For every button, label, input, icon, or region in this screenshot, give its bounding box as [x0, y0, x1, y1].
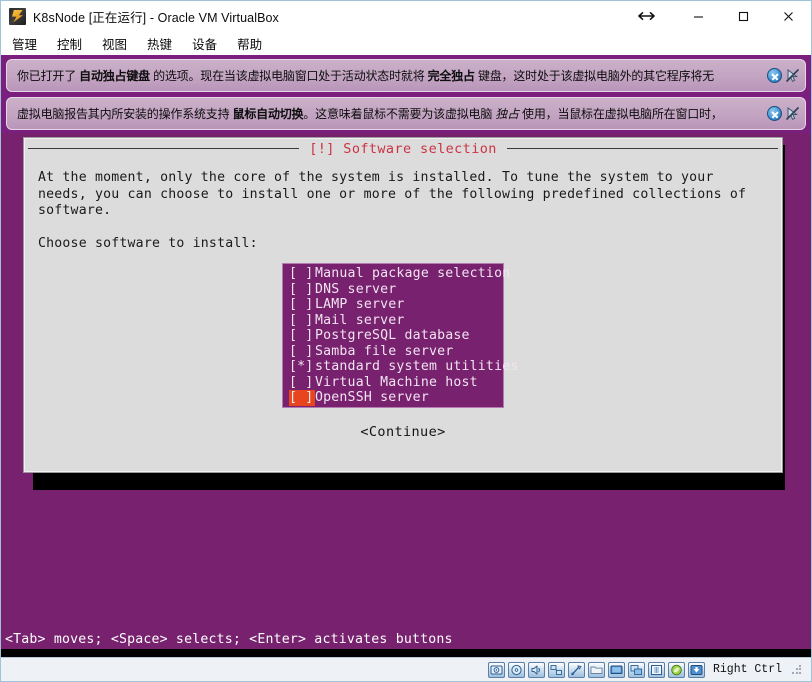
checkbox-manual-package-selection[interactable]: [ ] — [289, 266, 315, 282]
notification-keyboard-capture-text: 你已打开了 自动独占键盘 的选项。现在当该虚拟电脑窗口处于活动状态时就将 完全独… — [17, 67, 765, 84]
checkbox-lamp-server[interactable]: [ ] — [289, 297, 315, 313]
virtualbox-icon — [9, 7, 26, 25]
recording-icon[interactable] — [647, 661, 665, 678]
software-option-list[interactable]: [ ] Manual package selection [ ] DNS ser… — [282, 263, 518, 408]
cursor-disabled-icon[interactable] — [785, 106, 801, 122]
list-item-selected[interactable]: [ ] OpenSSH server — [283, 390, 503, 406]
list-item-label: LAMP server — [315, 297, 405, 312]
resize-grip[interactable] — [791, 663, 803, 676]
software-selection-dialog: [!] Software selection At the moment, on… — [23, 137, 783, 473]
header-rule-right — [493, 148, 778, 149]
notification-mouse-integration-icons — [765, 106, 801, 122]
notification-mouse-integration-text: 虚拟电脑报告其内所安装的操作系统支持 鼠标自动切换。这意味着鼠标不需要为该虚拟电… — [17, 105, 765, 122]
menu-item-help[interactable]: 帮助 — [234, 32, 271, 55]
list-item-label: OpenSSH server — [315, 390, 429, 405]
menubar: 管理 控制 视图 热键 设备 帮助 — [1, 31, 811, 55]
list-item-label: Virtual Machine host — [315, 374, 478, 390]
checkbox-samba-file-server[interactable]: [ ] — [289, 344, 315, 360]
menu-item-devices[interactable]: 设备 — [189, 32, 226, 55]
notification-keyboard-capture-icons — [765, 68, 801, 84]
close-circle-icon[interactable] — [767, 68, 782, 83]
remote-display-icon[interactable] — [627, 661, 645, 678]
close-circle-icon[interactable] — [767, 106, 782, 121]
notif1-part4: 键盘，这时处于该虚拟电脑外的其它程序将无 — [474, 69, 714, 83]
list-item-label: Mail server — [315, 312, 405, 328]
notif2-part2: 。这意味着鼠标不需要为该虚拟电脑 — [303, 107, 496, 121]
virtualbox-window: K8sNode [正在运行] - Oracle VM VirtualBox 管理… — [0, 0, 812, 682]
titlebar: K8sNode [正在运行] - Oracle VM VirtualBox — [1, 1, 811, 31]
continue-button-row: <Continue> — [24, 421, 782, 440]
checkbox-postgresql-database[interactable]: [ ] — [289, 328, 315, 344]
dialog-title: [!] Software selection — [299, 141, 507, 157]
dialog-header: [!] Software selection — [24, 138, 782, 160]
notif2-part3: 独占 — [495, 107, 519, 121]
list-item-label: DNS server — [315, 281, 397, 297]
host-key-icon[interactable] — [687, 661, 705, 678]
notif1-part1: 自动独占键盘 — [79, 69, 150, 83]
list-item[interactable]: [*] standard system utilities — [283, 359, 518, 375]
notification-zone: 你已打开了 自动独占键盘 的选项。现在当该虚拟电脑窗口处于活动状态时就将 完全独… — [1, 55, 811, 133]
checkbox-dns-server[interactable]: [ ] — [289, 282, 315, 298]
guest-bottom-strip — [1, 649, 811, 657]
list-item-label: Manual package selection — [315, 266, 511, 281]
menu-item-manage[interactable]: 管理 — [9, 32, 46, 55]
guest-screen: [!] Software selection At the moment, on… — [1, 133, 811, 657]
notif1-part0: 你已打开了 — [17, 69, 80, 83]
list-item[interactable]: [ ] Mail server — [283, 313, 503, 329]
list-item[interactable]: [ ] DNS server — [283, 282, 503, 298]
hard-disk-icon[interactable] — [487, 661, 505, 678]
menu-item-hotkey[interactable]: 热键 — [144, 32, 181, 55]
resize-indicator-icon — [616, 2, 676, 31]
list-item-label: standard system utilities — [315, 359, 519, 374]
optical-disk-icon[interactable] — [507, 661, 525, 678]
cursor-disabled-icon[interactable] — [785, 68, 801, 84]
checkbox-openssh-server-text: [ ] — [289, 390, 314, 405]
menu-item-control[interactable]: 控制 — [54, 32, 91, 55]
close-button[interactable] — [766, 2, 811, 31]
checkbox-standard-system-utilities[interactable]: [*] — [289, 359, 315, 375]
menu-item-view[interactable]: 视图 — [99, 32, 136, 55]
usb-icon[interactable] — [567, 661, 585, 678]
continue-button[interactable]: <Continue> — [360, 424, 445, 440]
dialog-prompt: Choose software to install: — [38, 235, 258, 251]
statusbar: Right Ctrl — [1, 657, 811, 681]
dialog-body: At the moment, only the core of the syst… — [24, 160, 782, 252]
shared-folder-icon[interactable] — [587, 661, 605, 678]
list-item[interactable]: [ ] Samba file server — [283, 344, 503, 360]
network-icon[interactable] — [547, 661, 565, 678]
host-key-label: Right Ctrl — [712, 663, 782, 676]
window-title: K8sNode [正在运行] - Oracle VM VirtualBox — [33, 10, 279, 25]
notif2-part0: 虚拟电脑报告其内所安装的操作系统支持 — [17, 107, 233, 121]
list-item-label: PostgreSQL database — [315, 328, 470, 343]
notification-mouse-integration: 虚拟电脑报告其内所安装的操作系统支持 鼠标自动切换。这意味着鼠标不需要为该虚拟电… — [6, 97, 806, 130]
notif2-part4: 使用，当鼠标在虚拟电脑所在窗口时， — [518, 107, 723, 121]
display-icon[interactable] — [607, 661, 625, 678]
checkbox-mail-server[interactable]: [ ] — [289, 313, 315, 329]
dialog-paragraph: At the moment, only the core of the syst… — [38, 170, 747, 218]
guest-additions-icon[interactable] — [667, 661, 685, 678]
keyboard-hint-bar: <Tab> moves; <Space> selects; <Enter> ac… — [5, 632, 453, 647]
list-item[interactable]: [ ] Manual package selection — [283, 266, 510, 282]
checkbox-openssh-server[interactable]: [ ] — [289, 390, 315, 406]
minimize-button[interactable] — [676, 2, 721, 31]
audio-icon[interactable] — [527, 661, 545, 678]
notification-keyboard-capture: 你已打开了 自动独占键盘 的选项。现在当该虚拟电脑窗口处于活动状态时就将 完全独… — [6, 59, 806, 92]
maximize-button[interactable] — [721, 2, 766, 31]
list-item[interactable]: [ ] LAMP server — [283, 297, 503, 313]
list-item[interactable]: [ ] Virtual Machine host — [283, 375, 503, 391]
notif1-part3: 完全独占 — [427, 69, 475, 83]
list-item-label: Samba file server — [315, 343, 454, 359]
notif1-part2: 的选项。现在当该虚拟电脑窗口处于活动状态时就将 — [149, 69, 428, 83]
list-item[interactable]: [ ] PostgreSQL database — [283, 328, 503, 344]
notif2-part1: 鼠标自动切换 — [232, 107, 304, 121]
checkbox-virtual-machine-host[interactable]: [ ] — [289, 375, 315, 391]
